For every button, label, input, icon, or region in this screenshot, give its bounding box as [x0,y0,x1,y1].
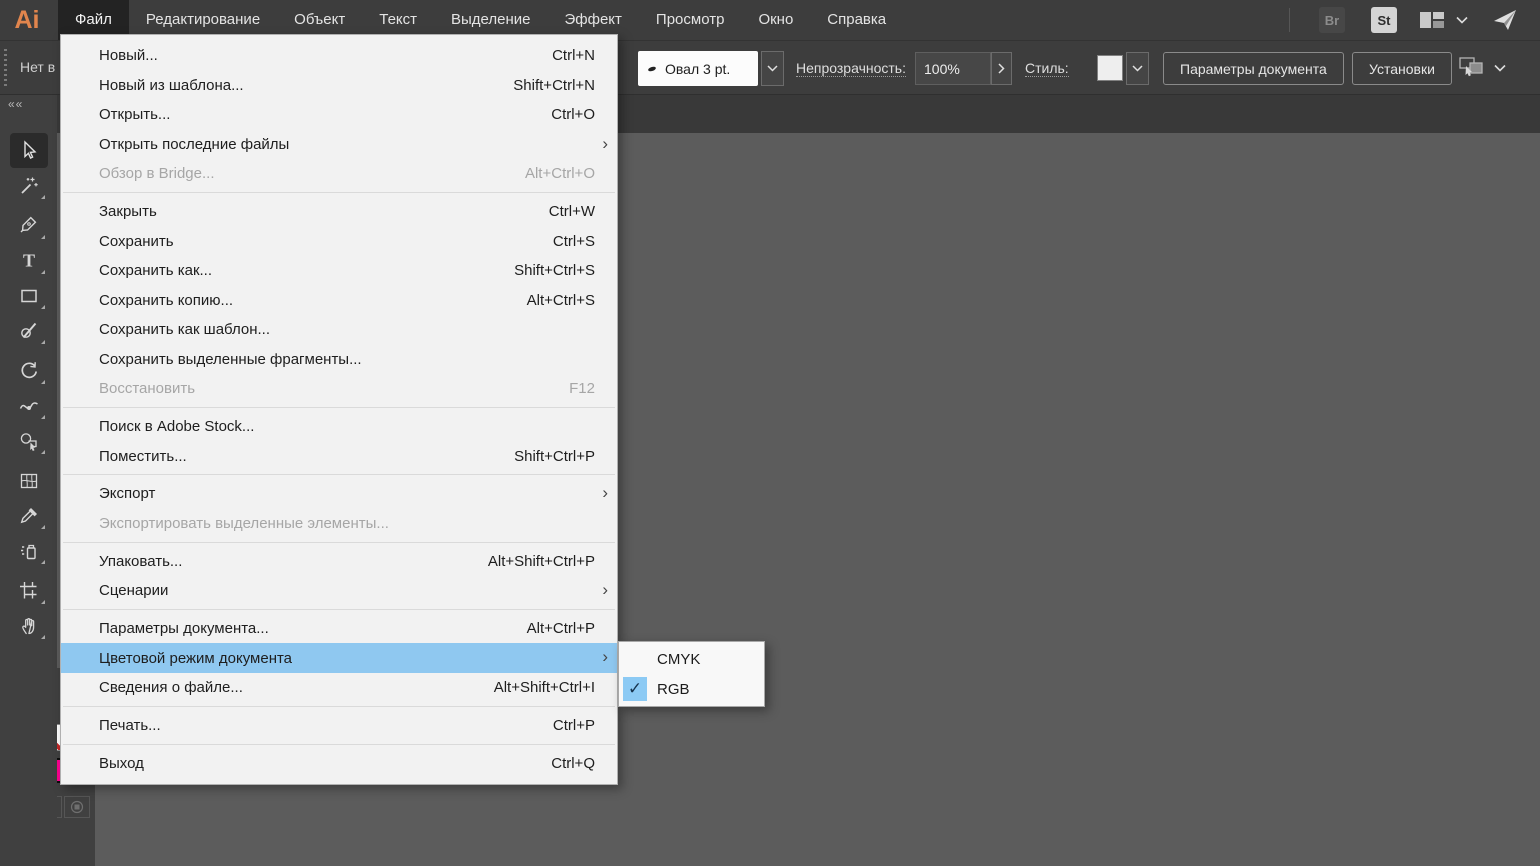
menu-item-save[interactable]: Сохранить Ctrl+S [61,226,617,256]
eyedropper-icon [18,505,40,527]
menu-item-revert: Восстановить F12 [61,374,617,404]
mesh-icon [18,470,40,492]
menu-item-document-color-mode[interactable]: Цветовой режим документа › [61,643,617,673]
preferences-button[interactable]: Установки [1352,52,1452,85]
panel-grip-handle[interactable] [4,49,7,87]
hand-tool-button[interactable] [10,608,48,643]
menu-item-package[interactable]: Упаковать... Alt+Shift+Ctrl+P [61,547,617,577]
width-tool-button[interactable] [10,388,48,423]
arrange-chevron-down-icon[interactable] [1494,64,1506,72]
menu-item-place[interactable]: Поместить... Shift+Ctrl+P [61,441,617,471]
shape-builder-icon [18,430,40,452]
type-tool-icon: T [18,250,40,272]
style-chevron-down-button[interactable] [1126,52,1149,85]
magic-wand-tool-button[interactable] [10,168,48,203]
brush-chevron-down-button[interactable] [761,51,784,86]
illustrator-window: Ai Файл Редактирование Объект Текст Выде… [0,0,1540,866]
menu-item-save-as[interactable]: Сохранить как... Shift+Ctrl+S [61,256,617,286]
workspace-switcher-icon[interactable] [1418,9,1446,31]
submenu-item-cmyk[interactable]: CMYK [619,644,764,674]
menu-item-save-selected-slices[interactable]: Сохранить выделенные фрагменты... [61,344,617,374]
artboard-tool-button[interactable] [10,573,48,608]
opacity-chevron-right-button[interactable] [991,52,1012,85]
menu-item-print[interactable]: Печать... Ctrl+P [61,711,617,741]
menubar-divider [1289,8,1290,32]
collapse-panel-button[interactable]: «« [0,95,57,115]
type-tool-button[interactable]: T [10,243,48,278]
menu-separator [63,706,615,707]
menu-item-save-copy[interactable]: Сохранить копию... Alt+Ctrl+S [61,285,617,315]
mesh-tool-button[interactable] [10,463,48,498]
workspace-chevron-down-icon[interactable] [1456,16,1468,24]
paintbrush-icon [18,320,40,342]
share-icon[interactable] [1492,8,1518,32]
menu-item-file-info[interactable]: Сведения о файле... Alt+Shift+Ctrl+I [61,673,617,703]
menu-help[interactable]: Справка [810,0,903,40]
color-mode-submenu: CMYK ✓ RGB [618,641,765,707]
magic-wand-icon [18,175,40,197]
menu-view[interactable]: Просмотр [639,0,742,40]
brush-definition-dropdown[interactable]: Овал 3 pt. [638,51,758,86]
stock-badge-icon[interactable]: St [1371,7,1397,33]
illustrator-logo: Ai [10,5,44,35]
menu-item-export[interactable]: Экспорт › [61,479,617,509]
rectangle-icon [18,285,40,307]
submenu-arrow-icon: › [602,479,608,509]
selection-status-label: Нет в [20,41,55,94]
draw-inside-mode-button[interactable] [64,796,90,818]
hand-icon [18,615,40,637]
menu-item-open[interactable]: Открыть... Ctrl+O [61,100,617,130]
opacity-label[interactable]: Непрозрачность: [796,41,906,94]
menu-item-scripts[interactable]: Сценарии › [61,576,617,606]
width-tool-icon [18,395,40,417]
rectangle-tool-button[interactable] [10,278,48,313]
tools-panel: «« T [0,95,57,866]
menu-separator [63,744,615,745]
menu-item-document-setup[interactable]: Параметры документа... Alt+Ctrl+P [61,614,617,644]
submenu-arrow-icon: › [602,643,608,673]
submenu-item-rgb[interactable]: ✓ RGB [619,674,764,704]
menu-item-new[interactable]: Новый... Ctrl+N [61,41,617,71]
artboard-icon [18,580,40,602]
file-menu-popup: Новый... Ctrl+N Новый из шаблона... Shif… [60,34,618,785]
menu-separator [63,192,615,193]
rotate-tool-button[interactable] [10,353,48,388]
menu-separator [63,542,615,543]
menu-item-browse-in-bridge: Обзор в Bridge... Alt+Ctrl+O [61,159,617,189]
pen-nib-icon [18,215,40,237]
shape-builder-tool-button[interactable] [10,423,48,458]
menu-window[interactable]: Окно [741,0,810,40]
menu-item-new-from-template[interactable]: Новый из шаблона... Shift+Ctrl+N [61,71,617,101]
menu-item-open-recent[interactable]: Открыть последние файлы › [61,130,617,160]
menu-item-export-selection: Экспортировать выделенные элементы... [61,509,617,539]
menu-separator [63,609,615,610]
style-label[interactable]: Стиль: [1025,41,1069,94]
submenu-arrow-icon: › [602,576,608,606]
svg-text:T: T [22,250,34,270]
rotate-icon [18,360,40,382]
selection-tool-button[interactable] [10,133,48,168]
checkmark-icon: ✓ [623,677,647,701]
pen-tool-button[interactable] [10,208,48,243]
menu-separator [63,407,615,408]
opacity-input[interactable] [915,52,991,85]
menu-item-search-adobe-stock[interactable]: Поиск в Adobe Stock... [61,412,617,442]
document-setup-button[interactable]: Параметры документа [1163,52,1344,85]
selection-cursor-icon [18,140,40,162]
style-swatch[interactable] [1097,55,1123,81]
brush-stroke-preview-icon [648,65,657,71]
menu-item-close[interactable]: Закрыть Ctrl+W [61,197,617,227]
symbol-sprayer-icon [18,540,40,562]
menu-separator [63,474,615,475]
symbol-sprayer-tool-button[interactable] [10,533,48,568]
brush-name: Овал 3 pt. [665,61,730,77]
paintbrush-tool-button[interactable] [10,313,48,348]
arrange-documents-icon[interactable] [1458,56,1486,80]
menu-item-exit[interactable]: Выход Ctrl+Q [61,749,617,779]
eyedropper-tool-button[interactable] [10,498,48,533]
submenu-arrow-icon: › [602,130,608,160]
menubar-right-icons: Br St [1273,0,1540,40]
menu-item-save-as-template[interactable]: Сохранить как шаблон... [61,315,617,345]
bridge-badge-icon[interactable]: Br [1319,7,1345,33]
